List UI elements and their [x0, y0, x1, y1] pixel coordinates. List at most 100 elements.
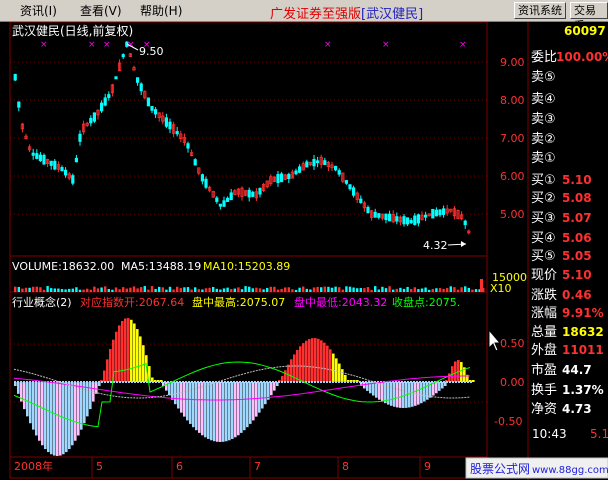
candle-body	[351, 187, 356, 196]
indicator-bar-negative	[366, 382, 369, 391]
zero-band-dot	[122, 381, 124, 383]
quote-label: 买③	[531, 211, 556, 226]
trade-system-button[interactable]: 交易系	[570, 2, 608, 32]
candle-body	[251, 191, 255, 197]
zero-band-dot	[395, 381, 397, 383]
volume-bar	[330, 287, 334, 292]
volume-bar	[168, 286, 172, 292]
indicator-bar-negative	[264, 382, 267, 405]
zero-band-dot	[347, 381, 349, 383]
zero-band-dot	[287, 381, 289, 383]
candle-body	[413, 215, 417, 225]
zero-band-dot	[317, 381, 319, 383]
quote-value: 5.05	[562, 249, 592, 263]
zero-band-dot	[344, 381, 346, 383]
menu-info[interactable]: 资讯(I)	[20, 2, 57, 19]
volume-bar	[14, 286, 17, 292]
indicator-bar-negative	[408, 382, 411, 408]
zero-band-dot	[137, 381, 139, 383]
candle-body	[135, 77, 140, 83]
indicator-bar-positive	[326, 345, 329, 382]
indicator-bar-positive	[338, 363, 341, 382]
volume-bar	[370, 289, 373, 292]
volume-bar	[359, 288, 362, 292]
indicator-bar-positive	[106, 359, 109, 382]
zero-band-dot	[14, 381, 16, 383]
volume-bar	[251, 288, 254, 292]
volume-bar	[284, 287, 287, 292]
high-label: 9.50	[139, 45, 164, 58]
zero-band-dot	[98, 381, 100, 383]
indicator-bar-negative	[402, 382, 405, 408]
zero-band-dot	[329, 381, 331, 383]
indicator-name: 行业概念(2)	[12, 295, 72, 309]
low-annotation: 4.32	[423, 239, 467, 252]
info-system-button[interactable]: 资讯系统	[514, 2, 566, 19]
volume-bar	[237, 287, 240, 292]
zero-band-dot	[155, 381, 157, 383]
candle-body	[218, 203, 222, 207]
candle-body	[387, 213, 392, 222]
menu-help[interactable]: 帮助(H)	[140, 2, 182, 19]
zero-band-dot	[308, 381, 310, 383]
zero-band-dot	[251, 381, 253, 383]
zero-band-dot	[413, 381, 415, 383]
indicator-tick: 0.50	[500, 337, 525, 350]
indicator-bar-negative	[180, 382, 183, 413]
zero-band-dot	[80, 381, 82, 383]
volume-bar	[32, 286, 35, 292]
volume-bars	[14, 279, 485, 292]
indicator-bar-negative	[231, 382, 234, 439]
volume-bar	[399, 287, 402, 292]
low-label: 4.32	[423, 239, 448, 252]
zero-band-dot	[362, 381, 364, 383]
quote-value: 0.46	[562, 288, 592, 302]
indicator-bar-negative	[47, 382, 50, 453]
zero-band-dot	[338, 381, 340, 383]
volume-bar	[453, 287, 456, 292]
candle-body	[100, 102, 104, 112]
zero-band-dot	[233, 381, 235, 383]
zero-band-dot	[419, 381, 421, 383]
candle-body	[337, 170, 341, 175]
volume-scale: X10	[490, 282, 512, 295]
zero-band-dot	[107, 381, 109, 383]
zero-band-dot	[131, 381, 133, 383]
candle-body	[42, 154, 46, 165]
zero-band-dot	[188, 381, 190, 383]
indicator-bar-negative	[252, 382, 255, 421]
menu-view[interactable]: 查看(V)	[80, 2, 122, 19]
indicator-bar-negative	[89, 382, 92, 410]
candle-body	[409, 219, 413, 224]
zero-band-dot	[35, 381, 37, 383]
zero-band-dot	[119, 381, 121, 383]
volume-bar	[158, 286, 161, 292]
indicator-bar-negative	[234, 382, 237, 438]
app-title: 广发证券至强版[武汉健民]	[270, 3, 423, 22]
indicator-bar-negative	[423, 382, 426, 402]
zero-band-dot	[77, 381, 79, 383]
zero-band-dot	[296, 381, 298, 383]
volume-bar	[474, 289, 478, 292]
volume-bar	[287, 287, 290, 292]
candle-body	[153, 109, 158, 115]
indicator-bar-negative	[174, 382, 177, 405]
quote-time: 10:43	[532, 427, 567, 441]
volume-bar	[136, 288, 139, 292]
indicator-bar-positive	[317, 338, 320, 382]
indicator-bar-negative	[77, 382, 80, 436]
indicator-bar-negative	[17, 382, 20, 394]
mouse-cursor-icon	[488, 328, 502, 352]
volume-bar	[420, 288, 424, 292]
volume-bar	[442, 288, 445, 292]
volume-bar	[93, 286, 96, 292]
zero-band-dot	[464, 381, 466, 383]
volume-bar	[204, 288, 208, 292]
zero-band-dot	[179, 381, 181, 383]
volume-ma5: MA5:13488.19	[121, 260, 201, 273]
zero-band-dot	[92, 381, 94, 383]
zero-band-dot	[125, 381, 127, 383]
chart-area[interactable]: 9.00 8.00 7.00 6.00 5.00 15000 X10 0.50 …	[0, 22, 608, 480]
indicator-bar-positive	[103, 370, 106, 382]
volume-bar	[125, 288, 128, 292]
